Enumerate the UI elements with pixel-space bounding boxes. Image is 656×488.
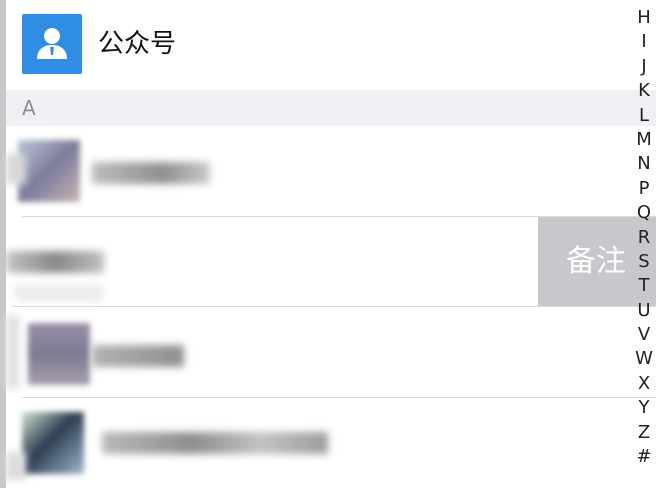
avatar — [28, 323, 90, 385]
index-letter-l[interactable]: L — [632, 104, 656, 128]
section-letter: A — [22, 96, 36, 120]
index-letter-z[interactable]: Z — [632, 421, 656, 445]
index-letter-v[interactable]: V — [632, 323, 656, 347]
contact-name — [102, 432, 328, 454]
index-letter-u[interactable]: U — [632, 299, 656, 323]
index-letter-x[interactable]: X — [632, 372, 656, 396]
public-accounts-avatar — [22, 14, 82, 74]
avatar — [22, 412, 84, 474]
avatar-blur-edge — [6, 452, 26, 480]
index-letter-i[interactable]: I — [632, 30, 656, 54]
contact-subtitle — [14, 285, 104, 301]
index-letter-s[interactable]: S — [632, 250, 656, 274]
avatar-blur-edge — [6, 154, 26, 184]
index-letter-j[interactable]: J — [632, 55, 656, 79]
contact-name — [92, 162, 210, 184]
contact-row[interactable] — [6, 307, 656, 397]
index-letter-n[interactable]: N — [632, 152, 656, 176]
avatar — [18, 140, 80, 202]
contact-name — [6, 251, 104, 273]
avatar-blur-edge — [6, 315, 20, 389]
index-letter-hash[interactable]: # — [632, 445, 656, 469]
contact-row-swiped[interactable] — [6, 217, 538, 307]
public-accounts-label: 公众号 — [98, 29, 177, 59]
index-letter-k[interactable]: K — [632, 79, 656, 103]
contact-name — [92, 345, 184, 367]
index-letter-q[interactable]: Q — [632, 201, 656, 225]
index-letter-r[interactable]: R — [632, 226, 656, 250]
section-header-a: A — [6, 90, 656, 126]
person-icon — [37, 28, 67, 59]
index-letter-p[interactable]: P — [632, 177, 656, 201]
index-bar[interactable]: H I J K L M N P Q R S T U V W X Y Z # — [632, 6, 656, 469]
index-letter-t[interactable]: T — [632, 274, 656, 298]
contact-row[interactable] — [6, 126, 656, 216]
index-letter-h[interactable]: H — [632, 6, 656, 30]
contact-row[interactable] — [6, 398, 656, 488]
index-letter-y[interactable]: Y — [632, 396, 656, 420]
public-accounts-row[interactable]: 公众号 — [6, 0, 656, 90]
index-letter-m[interactable]: M — [632, 128, 656, 152]
index-letter-w[interactable]: W — [632, 347, 656, 371]
